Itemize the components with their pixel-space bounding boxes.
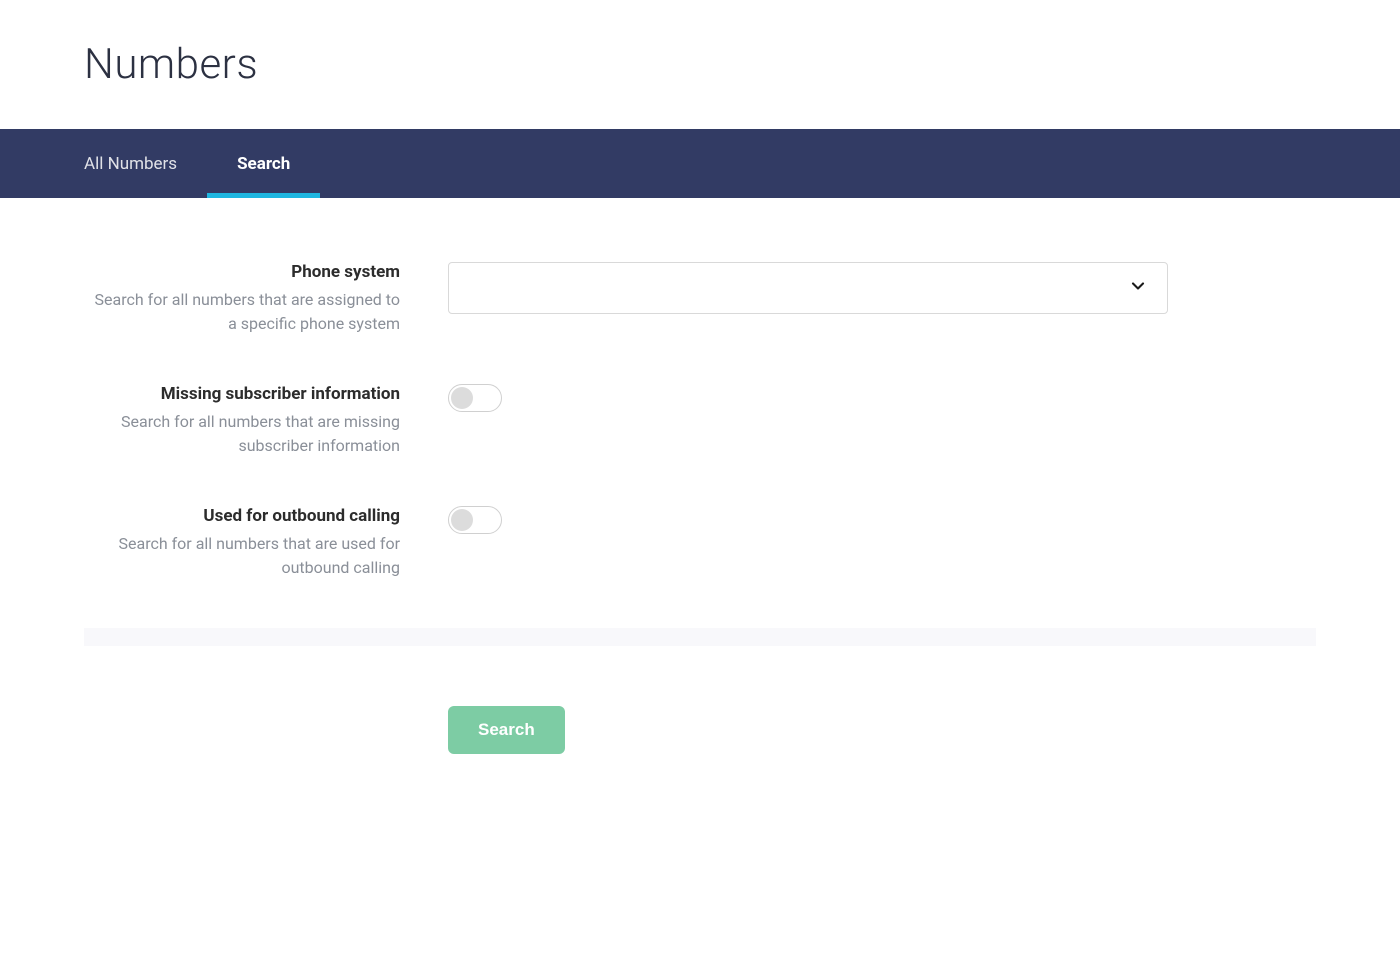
outbound-calling-label: Used for outbound calling [84,506,400,526]
toggle-knob [451,509,473,531]
form-control-col [448,506,1168,580]
form-label-col: Phone system Search for all numbers that… [84,262,400,336]
phone-system-label: Phone system [84,262,400,282]
tab-label: All Numbers [84,154,177,174]
form-row-phone-system: Phone system Search for all numbers that… [84,262,1316,336]
search-form: Phone system Search for all numbers that… [0,198,1400,580]
phone-system-select-wrapper [448,262,1168,314]
tab-bar: All Numbers Search [0,129,1400,198]
form-label-col: Missing subscriber information Search fo… [84,384,400,458]
toggle-knob [451,387,473,409]
action-row: Search [84,646,1400,814]
form-control-col [448,262,1168,336]
form-label-col: Used for outbound calling Search for all… [84,506,400,580]
missing-subscriber-label: Missing subscriber information [84,384,400,404]
search-button[interactable]: Search [448,706,565,754]
tab-search[interactable]: Search [207,129,320,198]
tab-label: Search [237,154,290,174]
page-title: Numbers [84,40,1316,89]
missing-subscriber-toggle[interactable] [448,384,502,412]
phone-system-description: Search for all numbers that are assigned… [95,290,400,333]
missing-subscriber-description: Search for all numbers that are missing … [121,412,400,455]
form-row-missing-subscriber: Missing subscriber information Search fo… [84,384,1316,458]
phone-system-select[interactable] [448,262,1168,314]
section-divider [84,628,1316,646]
tab-all-numbers[interactable]: All Numbers [84,129,207,198]
outbound-calling-toggle[interactable] [448,506,502,534]
page-header: Numbers [0,0,1400,129]
outbound-calling-description: Search for all numbers that are used for… [119,534,401,577]
form-control-col [448,384,1168,458]
form-row-outbound-calling: Used for outbound calling Search for all… [84,506,1316,580]
